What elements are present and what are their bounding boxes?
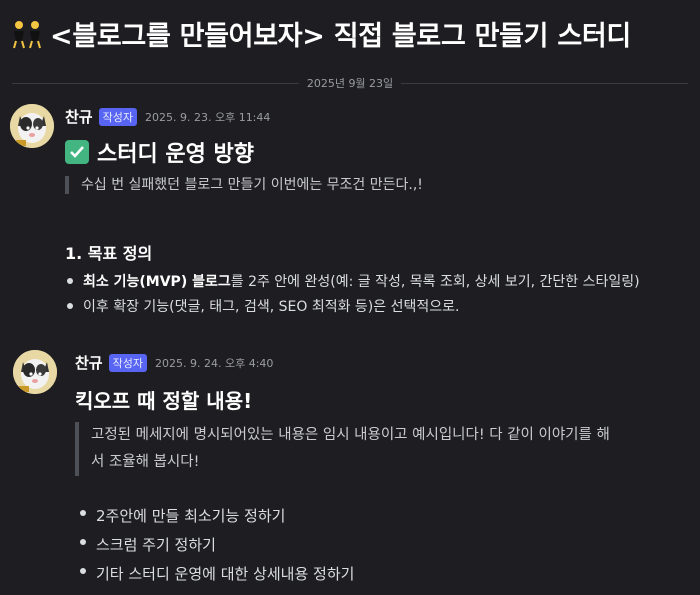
- cat-avatar-icon: [10, 104, 54, 148]
- channel-title: <블로그를 만들어보자> 직접 블로그 만들기 스터디: [50, 21, 631, 52]
- check-mark-icon: [65, 140, 89, 164]
- avatar[interactable]: [13, 350, 57, 394]
- avatar[interactable]: [10, 104, 54, 148]
- list-item-bold: 최소 기능(MVP) 블로그: [83, 274, 231, 290]
- message-header: 찬규 작성자 2025. 9. 24. 오후 4:40: [75, 352, 273, 373]
- bullet-list: 2주안에 만들 최소기능 정하기 스크럼 주기 정하기 기타 스터디 운영에 대…: [78, 502, 354, 589]
- author-badge: 작성자: [98, 107, 137, 126]
- message-heading: 스터디 운영 방향: [65, 136, 254, 168]
- heading-text: 킥오프 때 정할 내용!: [75, 389, 253, 413]
- blockquote: 고정된 메세지에 명시되어있는 내용은 임시 내용이고 예시입니다! 다 같이 …: [75, 422, 691, 476]
- heading-text: 스터디 운영 방향: [97, 142, 254, 167]
- dancing-people-emoji-icon: [13, 21, 41, 49]
- list-item: 최소 기능(MVP) 블로그를 2주 안에 완성(예: 글 작성, 목록 조회,…: [65, 270, 640, 295]
- section-heading: 1. 목표 정의: [65, 244, 153, 263]
- list-item: 스크럼 주기 정하기: [78, 531, 354, 560]
- timestamp[interactable]: 2025. 9. 24. 오후 4:40: [155, 355, 273, 371]
- list-item-text: 를 2주 안에 완성(예: 글 작성, 목록 조회, 상세 보기, 간단한 스타…: [230, 274, 640, 290]
- bullet-list: 최소 기능(MVP) 블로그를 2주 안에 완성(예: 글 작성, 목록 조회,…: [65, 270, 640, 320]
- list-item-text: 이후 확장 기능(댓글, 태그, 검색, SEO 최적화 등)은 선택적으로.: [83, 299, 460, 315]
- list-item: 2주안에 만들 최소기능 정하기: [78, 502, 354, 531]
- blockquote-line: 고정된 메세지에 명시되어있는 내용은 임시 내용이고 예시입니다! 다 같이 …: [91, 427, 610, 443]
- channel-header: <블로그를 만들어보자> 직접 블로그 만들기 스터디: [0, 0, 700, 70]
- list-item: 기타 스터디 운영에 대한 상세내용 정하기: [78, 560, 354, 589]
- author-name[interactable]: 찬규: [65, 106, 93, 127]
- timestamp[interactable]: 2025. 9. 23. 오후 11:44: [145, 109, 270, 125]
- blockquote-line: 서 조율해 봅시다!: [91, 454, 200, 470]
- author-name[interactable]: 찬규: [75, 352, 103, 373]
- message-header: 찬규 작성자 2025. 9. 23. 오후 11:44: [65, 106, 270, 127]
- blockquote: 수십 번 실패했던 블로그 만들기 이번에는 무조건 만든다.,!: [65, 176, 423, 194]
- cat-avatar-icon: [13, 350, 57, 394]
- message-heading: 킥오프 때 정할 내용!: [75, 385, 252, 414]
- author-badge: 작성자: [108, 353, 147, 372]
- date-divider-label: 2025년 9월 23일: [298, 75, 402, 91]
- list-item: 이후 확장 기능(댓글, 태그, 검색, SEO 최적화 등)은 선택적으로.: [65, 295, 640, 320]
